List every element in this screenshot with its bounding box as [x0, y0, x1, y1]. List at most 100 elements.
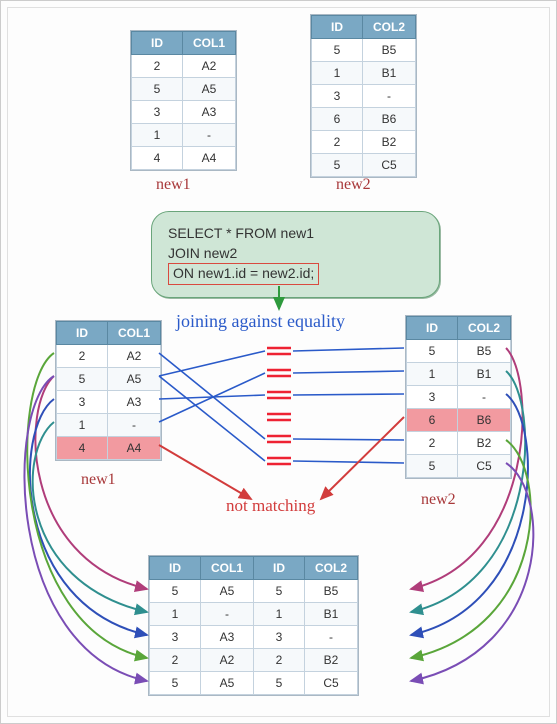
table-row: 3-	[312, 85, 416, 108]
cell: A3	[201, 626, 254, 649]
table-row: 1-	[57, 414, 161, 437]
cell: 6	[407, 409, 458, 432]
cell: A5	[183, 78, 236, 101]
label-new2-mid: new2	[421, 491, 456, 509]
table-row: 5A5	[132, 78, 236, 101]
cell: -	[363, 85, 416, 108]
col-header: ID	[312, 16, 363, 39]
cell: A5	[108, 368, 161, 391]
cell: -	[183, 124, 236, 147]
col-header: COL1	[108, 322, 161, 345]
cell: 5	[312, 39, 363, 62]
label-joining-equality: joining against equality	[176, 311, 345, 332]
cell: 4	[57, 437, 108, 460]
table-row: 1B1	[312, 62, 416, 85]
table-row: 2A2	[132, 55, 236, 78]
cell: A3	[108, 391, 161, 414]
cell: 5	[57, 368, 108, 391]
cell: 5	[407, 340, 458, 363]
table-row: 2A2	[57, 345, 161, 368]
cell: B1	[305, 603, 358, 626]
cell: 5	[150, 672, 201, 695]
cell: 6	[312, 108, 363, 131]
cell: 3	[254, 626, 305, 649]
col-header: ID	[254, 557, 305, 580]
col-header: ID	[132, 32, 183, 55]
table-row: 5B5	[407, 340, 511, 363]
table-result: ID COL1 ID COL2 5A55B51-1B13A33-2A22B25A…	[149, 556, 358, 695]
cell: -	[201, 603, 254, 626]
cell: B6	[458, 409, 511, 432]
cell: B5	[305, 580, 358, 603]
table-row: 6B6	[407, 409, 511, 432]
table-row: 5B5	[312, 39, 416, 62]
cell: 1	[312, 62, 363, 85]
cell: A3	[183, 101, 236, 124]
cell: A2	[201, 649, 254, 672]
col-header: ID	[150, 557, 201, 580]
cell: 5	[254, 580, 305, 603]
cell: B5	[363, 39, 416, 62]
cell: 2	[407, 432, 458, 455]
cell: C5	[363, 154, 416, 177]
cell: B2	[305, 649, 358, 672]
sql-query-box: SELECT * FROM new1 JOIN new2 ON new1.id …	[151, 211, 440, 298]
cell: C5	[305, 672, 358, 695]
sql-line: JOIN new2	[168, 244, 423, 264]
col-header: ID	[407, 317, 458, 340]
table-row: 5A55C5	[150, 672, 358, 695]
col-header: COL2	[458, 317, 511, 340]
table-row: 6B6	[312, 108, 416, 131]
col-header: COL1	[183, 32, 236, 55]
table-row: 2A22B2	[150, 649, 358, 672]
label-new1-top: new1	[156, 176, 191, 194]
cell: -	[458, 386, 511, 409]
cell: A5	[201, 580, 254, 603]
table-row: 4A4	[132, 147, 236, 170]
table-row: 3A3	[57, 391, 161, 414]
table-row: 5C5	[312, 154, 416, 177]
cell: 3	[312, 85, 363, 108]
table-row: 5A5	[57, 368, 161, 391]
cell: B2	[363, 131, 416, 154]
table-row: 3A33-	[150, 626, 358, 649]
sql-on-clause: ON new1.id = new2.id;	[168, 263, 319, 285]
table-row: 5C5	[407, 455, 511, 478]
sql-line: SELECT * FROM new1	[168, 224, 423, 244]
cell: 2	[312, 131, 363, 154]
table-row: 1B1	[407, 363, 511, 386]
cell: A5	[201, 672, 254, 695]
table-row: 3A3	[132, 101, 236, 124]
cell: 2	[132, 55, 183, 78]
table-row: 5A55B5	[150, 580, 358, 603]
table-row: 1-1B1	[150, 603, 358, 626]
cell: 1	[150, 603, 201, 626]
cell: 1	[57, 414, 108, 437]
cell: A2	[183, 55, 236, 78]
cell: B2	[458, 432, 511, 455]
cell: 1	[254, 603, 305, 626]
table-row: 3-	[407, 386, 511, 409]
cell: B5	[458, 340, 511, 363]
col-header: COL2	[305, 557, 358, 580]
cell: -	[108, 414, 161, 437]
cell: 5	[150, 580, 201, 603]
table-new1-top: ID COL1 2A25A53A31-4A4	[131, 31, 236, 170]
cell: 1	[132, 124, 183, 147]
label-new1-mid: new1	[81, 471, 116, 489]
cell: 5	[312, 154, 363, 177]
cell: 4	[132, 147, 183, 170]
table-row: 2B2	[407, 432, 511, 455]
col-header: ID	[57, 322, 108, 345]
label-not-matching: not matching	[226, 496, 315, 516]
table-row: 4A4	[57, 437, 161, 460]
cell: A2	[108, 345, 161, 368]
table-row: 2B2	[312, 131, 416, 154]
cell: C5	[458, 455, 511, 478]
label-new2-top: new2	[336, 176, 371, 194]
cell: B6	[363, 108, 416, 131]
cell: B1	[458, 363, 511, 386]
cell: B1	[363, 62, 416, 85]
cell: 3	[132, 101, 183, 124]
table-new2-top: ID COL2 5B51B13-6B62B25C5	[311, 15, 416, 177]
